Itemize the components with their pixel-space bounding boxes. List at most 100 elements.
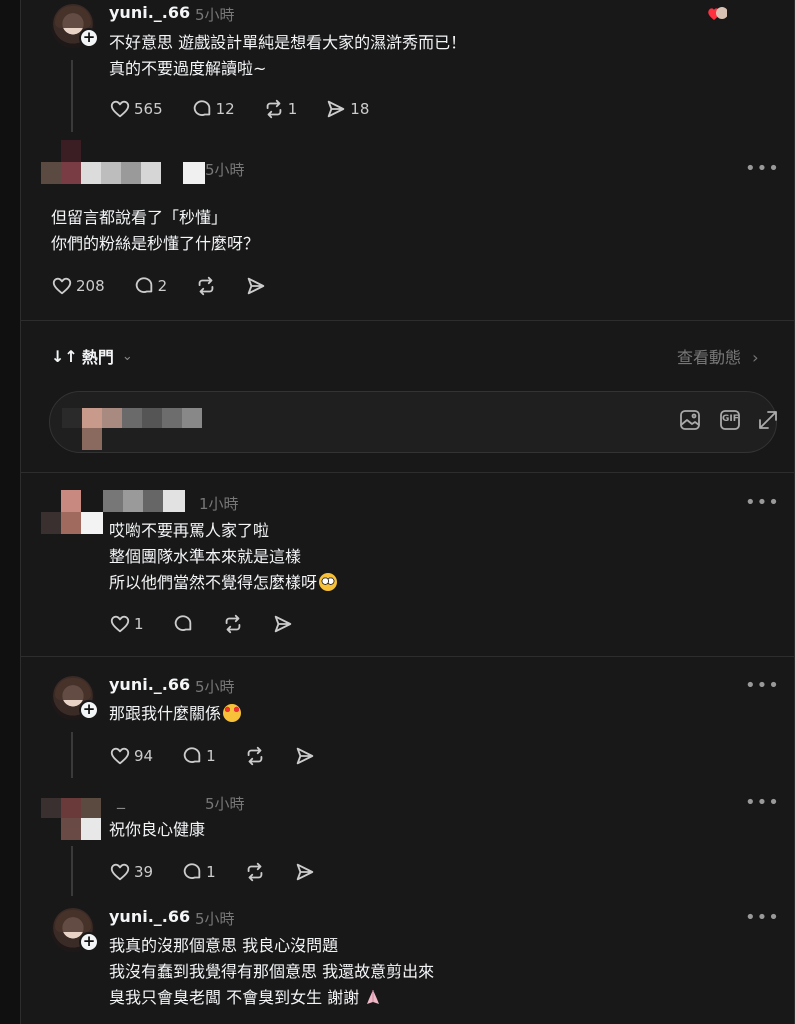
heart-icon (110, 747, 130, 765)
thread-line (71, 60, 73, 132)
reply-button[interactable]: 1 (181, 745, 216, 767)
post-time[interactable]: 5小時 (195, 4, 235, 25)
comment-icon (183, 747, 201, 763)
gif-label: GIF (722, 414, 739, 424)
repost-button[interactable] (244, 861, 266, 883)
follow-plus-icon[interactable]: + (79, 700, 99, 720)
more-icon[interactable]: ••• (745, 794, 780, 812)
post-actions: 565 12 1 18 (109, 97, 397, 121)
send-icon (328, 100, 345, 118)
share-button[interactable]: 18 (325, 98, 369, 120)
more-icon[interactable]: ••• (745, 677, 780, 695)
repost-button[interactable] (195, 275, 217, 297)
like-count: 39 (134, 863, 154, 881)
heart-icon (110, 100, 130, 118)
comment-icon (193, 100, 210, 116)
repost-count: 1 (287, 100, 298, 118)
sort-dropdown[interactable]: ↓↑ 熱門 ⌄ (51, 344, 133, 368)
post-time[interactable]: 5小時 (195, 908, 235, 929)
username[interactable]: yuni._.66 (109, 907, 190, 926)
folded-hands-emoji-icon (364, 988, 382, 1006)
username[interactable]: yuni._.66 (109, 3, 190, 22)
comment-icon (183, 863, 201, 879)
reply-input[interactable]: GIF (49, 391, 777, 453)
thread-line (71, 732, 73, 778)
like-button[interactable]: 1 (109, 613, 144, 635)
post-actions: 1 (109, 612, 322, 636)
share-button[interactable] (245, 275, 267, 297)
send-icon (296, 747, 313, 765)
comment-icon (135, 277, 152, 293)
username[interactable]: _ (117, 790, 125, 809)
post-actions: 94 1 (109, 744, 344, 768)
heart-icon (110, 615, 130, 633)
reply-button[interactable] (172, 613, 194, 635)
share-button[interactable] (294, 861, 316, 883)
thread-panel: + yuni._.66 5小時 不好意思 遊戲設計單純是想看大家的濕滸秀而已！真… (20, 0, 795, 1024)
follow-plus-icon[interactable]: + (79, 28, 99, 48)
post-text: 我真的沒那個意思 我良心沒問題 我沒有蠢到我覺得有那個意思 我還故意剪出來 臭我只會… (109, 936, 435, 1007)
reply-count: 1 (206, 863, 216, 881)
post-text: 那跟我什麼關係 (109, 701, 242, 727)
like-count: 1 (134, 615, 144, 633)
like-button[interactable]: 94 (109, 745, 153, 767)
like-button[interactable]: 39 (109, 861, 153, 883)
post-text: 哎喲不要再罵人家了啦 整個團隊水準本來就是這樣 所以他們當然不覺得怎麼樣呀 (109, 518, 338, 596)
pixelated-username (41, 140, 207, 186)
repost-icon (198, 276, 214, 296)
like-count: 565 (134, 100, 163, 118)
divider (21, 656, 794, 657)
more-icon[interactable]: ••• (745, 160, 780, 178)
reply-count: 2 (157, 277, 168, 295)
heart-icon (52, 277, 72, 295)
follow-plus-icon[interactable]: + (79, 932, 99, 952)
liked-by-author-icon (707, 5, 728, 23)
post-time[interactable]: 5小時 (205, 159, 245, 180)
view-activity-link[interactable]: 查看動態 › (677, 344, 759, 368)
divider (21, 472, 794, 473)
send-icon (247, 277, 265, 295)
post-time[interactable]: 5小時 (205, 793, 245, 814)
reply-button[interactable]: 12 (191, 98, 235, 120)
post-text: 祝你良心健康 (109, 820, 206, 839)
share-count: 18 (350, 100, 370, 118)
repost-icon (247, 862, 262, 882)
like-count: 94 (134, 747, 154, 765)
post-time[interactable]: 1小時 (199, 493, 239, 514)
post-actions: 208 2 (51, 274, 295, 298)
post-actions: 39 1 (109, 860, 344, 884)
post-text: 但留言都說看了「秒懂」 你們的粉絲是秒懂了什麼呀？ (51, 208, 260, 253)
chevron-down-icon: ⌄ (121, 348, 133, 364)
comment-icon (174, 615, 191, 631)
reply-count: 1 (206, 747, 216, 765)
post-time[interactable]: 5小時 (195, 676, 235, 697)
gif-icon[interactable]: GIF (718, 408, 742, 432)
chevron-right-icon: › (752, 348, 759, 367)
share-button[interactable] (272, 613, 294, 635)
share-button[interactable] (294, 745, 316, 767)
heart-icon (110, 863, 130, 881)
post-text: 不好意思 遊戲設計單純是想看大家的濕滸秀而已！ 真的不要過度解讀啦~ (109, 33, 467, 78)
expand-icon[interactable] (756, 408, 780, 432)
more-icon[interactable]: ••• (745, 494, 780, 512)
more-icon[interactable]: ••• (745, 909, 780, 927)
send-icon (274, 615, 291, 633)
reply-button[interactable]: 2 (133, 275, 168, 297)
sort-label: 熱門 (81, 348, 114, 367)
repost-button[interactable] (244, 745, 266, 767)
thread-line (71, 846, 73, 896)
divider (21, 320, 794, 321)
like-button[interactable]: 565 (109, 98, 163, 120)
nerd-face-emoji-icon (319, 573, 338, 591)
image-icon[interactable] (678, 408, 702, 432)
pixelated-avatar (41, 798, 111, 842)
pixelated-avatar (62, 408, 232, 452)
username[interactable]: yuni._.66 (109, 675, 190, 694)
reply-button[interactable]: 1 (181, 861, 216, 883)
repost-icon (247, 746, 262, 766)
repost-button[interactable]: 1 (263, 98, 298, 120)
repost-button[interactable] (222, 613, 244, 635)
like-button[interactable]: 208 (51, 275, 105, 297)
view-activity-label: 查看動態 (677, 348, 742, 367)
reply-count: 12 (215, 100, 235, 118)
